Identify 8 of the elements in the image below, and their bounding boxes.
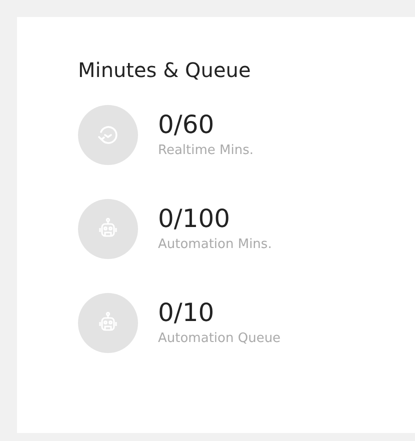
clock-refresh-icon — [96, 123, 120, 147]
stat-value: 0/60 — [158, 110, 216, 140]
stat-label: Automation Queue — [158, 330, 281, 348]
stat-label: Realtime Mins. — [158, 142, 254, 160]
stat-label: Automation Mins. — [158, 236, 272, 254]
stat-value: 0/100 — [158, 204, 232, 234]
card-title: Minutes & Queue — [78, 57, 252, 83]
stat-value: 0/10 — [158, 298, 216, 328]
